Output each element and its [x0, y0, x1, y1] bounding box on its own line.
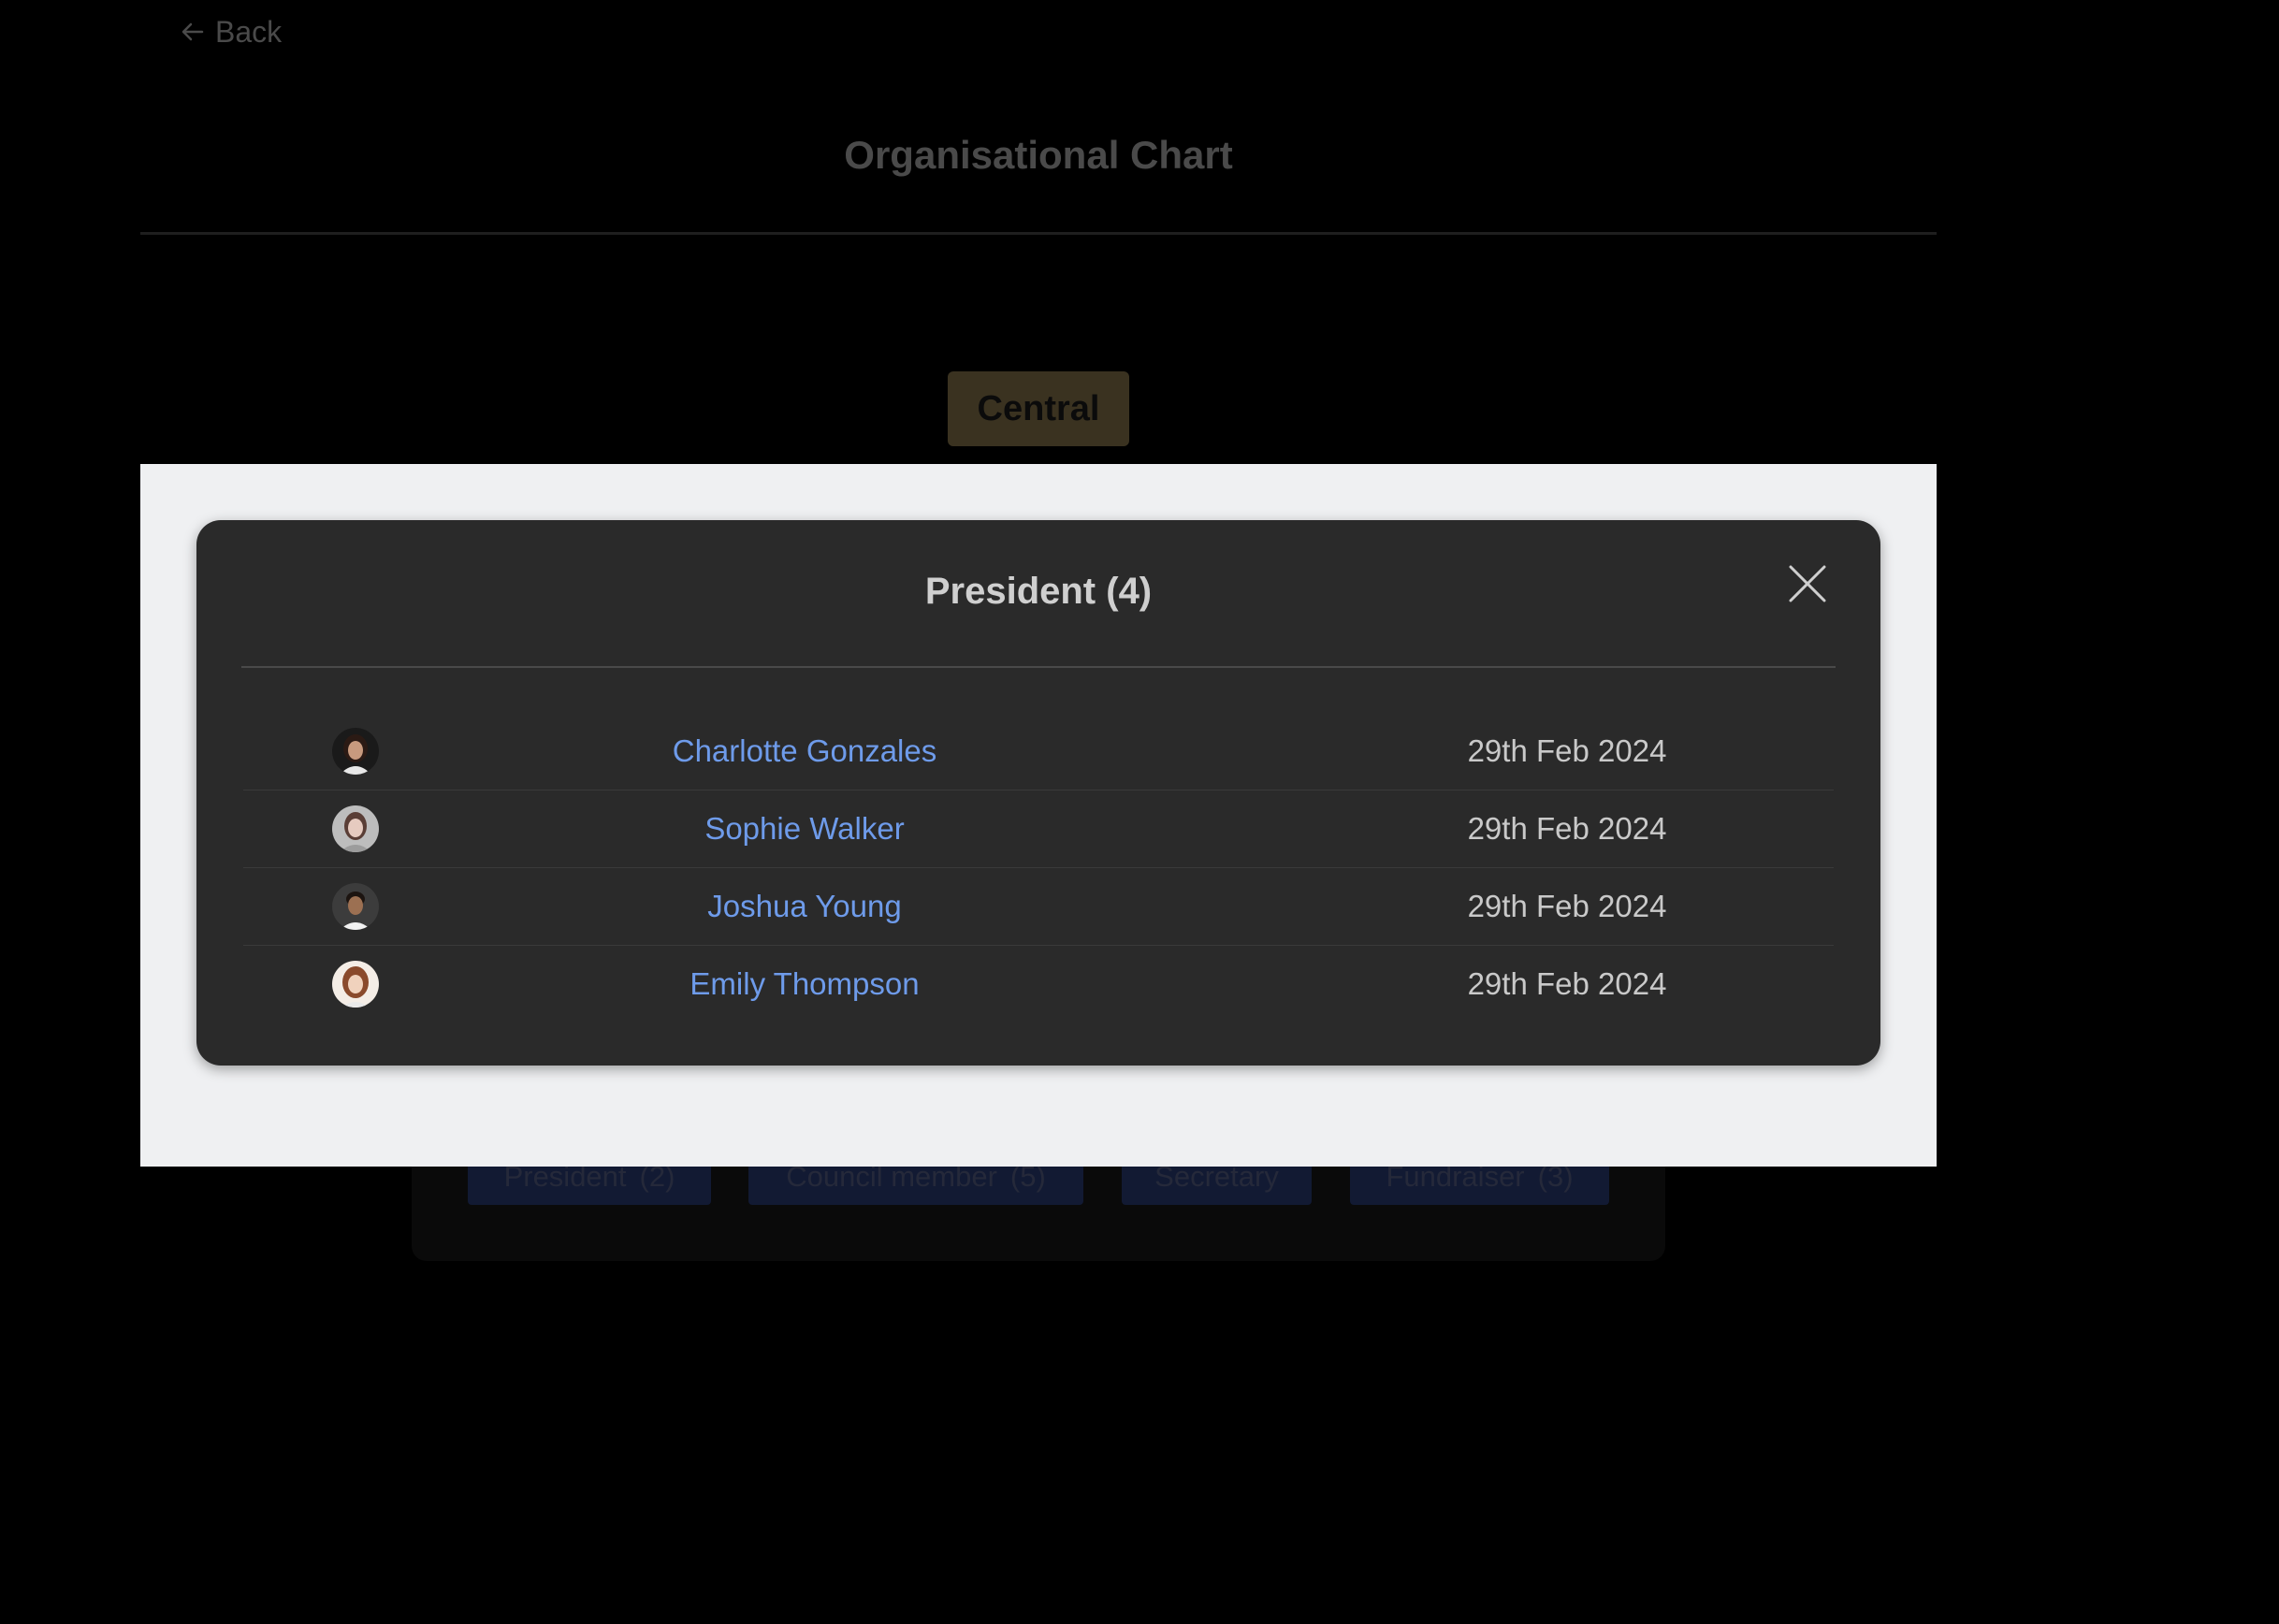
back-label: Back	[215, 14, 283, 49]
back-link[interactable]: Back	[180, 11, 282, 52]
avatar	[332, 728, 379, 775]
page-title: Organisational Chart	[844, 133, 1233, 177]
member-list: Charlotte Gonzales 29th Feb 2024 Sophie …	[243, 713, 1834, 1022]
avatar	[332, 883, 379, 930]
member-name-link[interactable]: Charlotte Gonzales	[524, 713, 1085, 790]
member-date: 29th Feb 2024	[1467, 889, 1667, 923]
member-date: 29th Feb 2024	[1467, 733, 1667, 768]
modal-title: President (4)	[924, 571, 1153, 612]
arrow-left-icon	[180, 19, 206, 45]
members-modal: President (4) Charlotte Gonzales 29th Fe…	[196, 520, 1880, 1066]
avatar	[332, 805, 379, 852]
avatar	[332, 961, 379, 1008]
title-divider	[140, 232, 1937, 235]
member-name-link[interactable]: Joshua Young	[524, 868, 1085, 945]
member-name-link[interactable]: Emily Thompson	[524, 946, 1085, 1022]
member-name-link[interactable]: Sophie Walker	[524, 790, 1085, 867]
list-item: Sophie Walker 29th Feb 2024	[243, 790, 1834, 868]
page: Back Organisational Chart Central Presid…	[0, 0, 2279, 1624]
list-item: Emily Thompson 29th Feb 2024	[243, 946, 1834, 1022]
close-icon[interactable]	[1787, 563, 1828, 604]
central-node[interactable]: Central	[948, 371, 1129, 446]
list-item: Joshua Young 29th Feb 2024	[243, 868, 1834, 946]
member-date: 29th Feb 2024	[1467, 811, 1667, 846]
member-date: 29th Feb 2024	[1467, 966, 1667, 1001]
modal-divider	[241, 666, 1836, 668]
list-item: Charlotte Gonzales 29th Feb 2024	[243, 713, 1834, 790]
